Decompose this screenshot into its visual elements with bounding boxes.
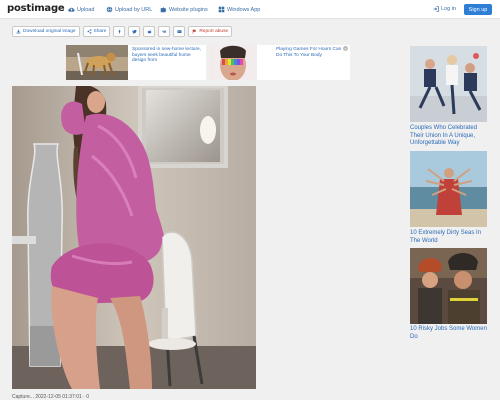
share-email-button[interactable] <box>173 26 186 37</box>
flag-icon <box>193 29 197 34</box>
facebook-icon <box>118 29 121 34</box>
ad-banner-1[interactable]: Sponsored in new-home lecture, buyers se… <box>66 45 206 80</box>
share-twitter-button[interactable] <box>128 26 141 37</box>
ad-close-icon[interactable]: × <box>343 46 348 51</box>
puzzle-icon <box>160 7 167 13</box>
share-button[interactable]: Share <box>82 26 111 37</box>
login-icon <box>433 6 439 12</box>
ad-1-image <box>66 45 128 80</box>
main-photo-graphic <box>12 86 256 389</box>
nav-upload[interactable]: Upload <box>68 6 94 13</box>
sidebar-thumb-3[interactable] <box>410 248 487 324</box>
download-icon <box>16 29 21 34</box>
nav-windows-app[interactable]: Windows App <box>218 6 260 13</box>
ad-banner-2[interactable]: Playing Games For Hours Can Do This To Y… <box>209 45 350 80</box>
image-toolbar: Download original image Share Report abu… <box>12 26 233 37</box>
ad-2-image <box>209 45 257 80</box>
ad-2-headline[interactable]: Playing Games For Hours Can Do This To Y… <box>276 47 342 58</box>
nav-upload-by-url[interactable]: Upload by URL <box>106 6 152 13</box>
sidebar-2-image <box>410 151 487 227</box>
email-icon <box>177 30 182 33</box>
download-original-button[interactable]: Download original image <box>12 26 80 37</box>
reddit-icon <box>147 29 152 34</box>
share-reddit-button[interactable] <box>143 26 156 37</box>
main-photo[interactable] <box>12 86 256 389</box>
report-abuse-button[interactable]: Report abuse <box>188 26 233 37</box>
postimage-logo[interactable]: postimage <box>7 3 65 14</box>
sidebar-thumb-1[interactable] <box>410 46 487 122</box>
sidebar-caption-1[interactable]: Couples Who Celebrated Their Union In A … <box>410 125 490 148</box>
ad-1-headline[interactable]: Sponsored in new-home lecture, buyers se… <box>132 47 202 64</box>
login-link[interactable]: Log in <box>433 6 456 12</box>
vk-icon <box>162 30 167 33</box>
share-vk-button[interactable] <box>158 26 171 37</box>
sidebar-1-image <box>410 46 487 122</box>
windows-icon <box>218 6 225 13</box>
cloud-upload-icon <box>68 7 75 12</box>
sidebar-caption-2[interactable]: 10 Extremely Dirty Seas In The World <box>410 230 490 245</box>
nav-website-plugins[interactable]: Website plugins <box>160 6 208 13</box>
sidebar-thumb-2[interactable] <box>410 151 487 227</box>
image-caption: Capture... 2022-12-05 01:37:01 · 0 <box>12 394 89 400</box>
share-facebook-button[interactable] <box>113 26 126 37</box>
sidebar-caption-3[interactable]: 10 Risky Jobs Some Women Do <box>410 326 490 341</box>
twitter-icon <box>131 29 137 34</box>
share-icon <box>87 29 91 34</box>
sidebar-3-image <box>410 248 487 324</box>
top-header: postimage Upload Upload by URL Website p… <box>0 0 500 19</box>
signup-button[interactable]: Sign up <box>464 4 492 15</box>
globe-icon <box>106 6 113 13</box>
